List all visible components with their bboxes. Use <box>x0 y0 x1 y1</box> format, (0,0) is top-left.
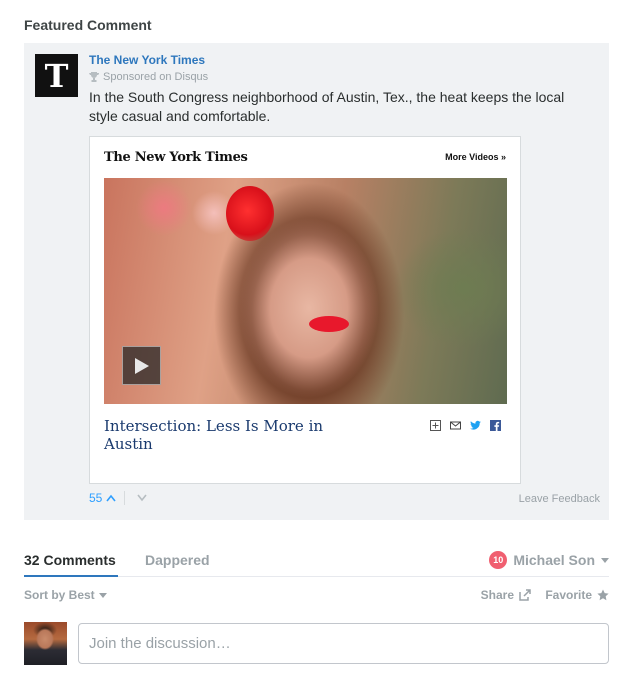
vote-divider <box>124 491 126 505</box>
sponsored-text: Sponsored on Disqus <box>103 71 209 83</box>
play-icon <box>134 357 149 374</box>
play-button[interactable] <box>122 346 161 385</box>
featured-comment-card: T The New York Times Sponsored on Disqus… <box>24 43 609 520</box>
publisher-name-link[interactable]: The New York Times <box>89 53 205 67</box>
publisher-avatar[interactable]: T <box>35 54 78 97</box>
expand-icon[interactable] <box>430 420 441 431</box>
video-embed: The New York Times More Videos » Interse… <box>89 136 521 484</box>
tab-comments[interactable]: 32 Comments <box>24 552 116 568</box>
video-thumbnail-detail <box>309 316 349 332</box>
favorite-label: Favorite <box>545 588 592 602</box>
twitter-icon[interactable] <box>470 420 481 431</box>
upvote-icon[interactable] <box>106 494 116 502</box>
sort-dropdown[interactable]: Sort by Best <box>24 588 107 602</box>
tab-community[interactable]: Dappered <box>145 552 210 568</box>
user-name[interactable]: Michael Son <box>513 552 595 568</box>
publisher-logo-glyph: T <box>44 56 69 95</box>
chevron-down-icon[interactable] <box>601 557 609 563</box>
user-menu[interactable]: 10 Michael Son <box>489 551 609 569</box>
email-icon[interactable] <box>450 420 461 431</box>
star-icon <box>597 589 609 601</box>
comment-body: In the South Congress neighborhood of Au… <box>89 89 565 124</box>
vote-bar: 55 <box>89 491 147 505</box>
upvote-count: 55 <box>89 491 103 505</box>
share-icon <box>519 589 531 601</box>
video-title-link[interactable]: Intersection: Less Is More in Austin <box>104 417 364 453</box>
sort-bar: Sort by Best Share Favorite <box>24 588 609 604</box>
comments-tab-bar: 32 Comments Dappered 10 Michael Son <box>24 543 609 577</box>
video-thumbnail[interactable] <box>104 178 507 404</box>
embed-publisher-logo[interactable]: The New York Times <box>104 150 248 165</box>
trophy-icon <box>89 71 99 82</box>
downvote-icon[interactable] <box>137 494 147 502</box>
active-tab-indicator <box>24 575 118 577</box>
featured-comment-heading: Featured Comment <box>24 17 152 33</box>
join-discussion-input[interactable] <box>78 623 609 664</box>
facebook-icon[interactable] <box>490 420 501 431</box>
notification-badge[interactable]: 10 <box>489 551 508 569</box>
share-label: Share <box>480 588 514 602</box>
chevron-down-icon <box>98 592 107 598</box>
current-user-avatar[interactable] <box>24 622 67 665</box>
sort-label: Sort by Best <box>24 588 95 602</box>
more-videos-link[interactable]: More Videos » <box>445 152 506 162</box>
video-thumbnail-detail <box>226 186 274 241</box>
embed-share-actions <box>430 420 501 431</box>
share-button[interactable]: Share <box>481 588 531 602</box>
sponsored-label: Sponsored on Disqus <box>89 71 208 83</box>
favorite-button[interactable]: Favorite <box>545 588 609 602</box>
leave-feedback-link[interactable]: Leave Feedback <box>519 493 600 505</box>
